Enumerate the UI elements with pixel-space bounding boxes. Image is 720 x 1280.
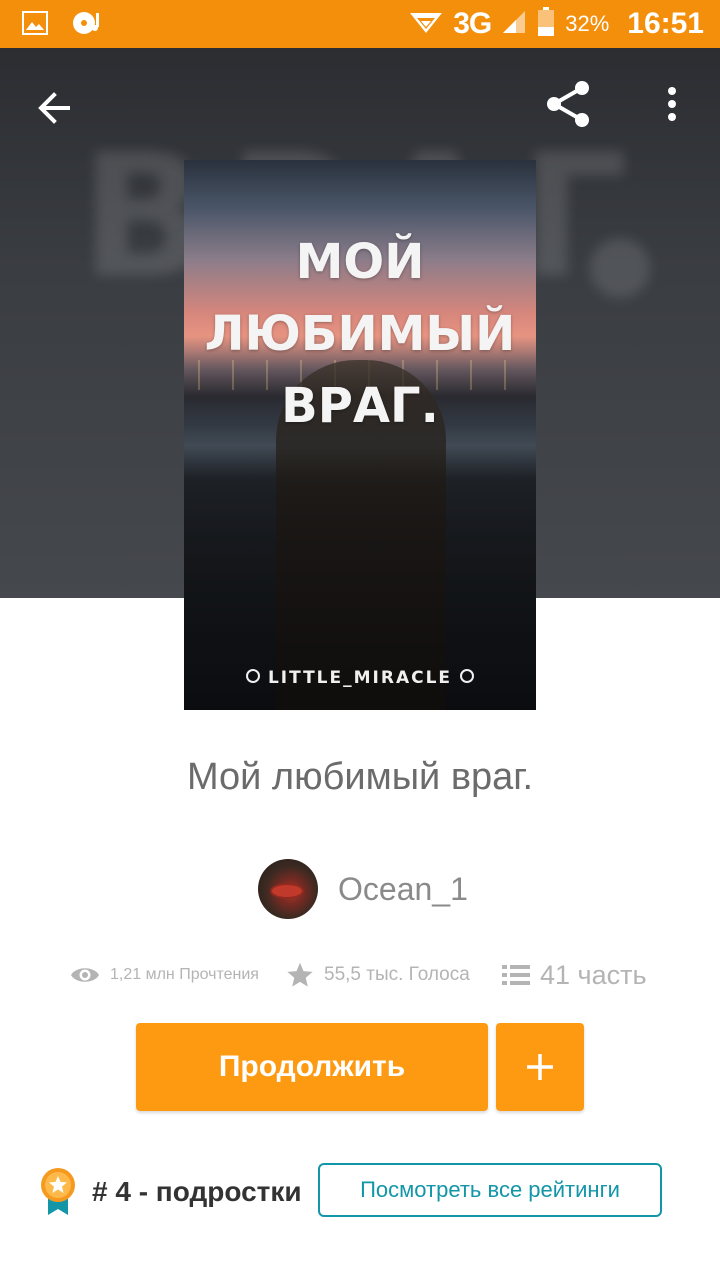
cover-author: LITTLE_MIRACLE	[184, 668, 536, 688]
back-button[interactable]	[32, 84, 80, 132]
author-name[interactable]: Ocean_1	[338, 871, 468, 908]
add-to-library-button[interactable]	[496, 1023, 584, 1111]
ranking-badge-icon	[41, 1168, 75, 1215]
author-link[interactable]: Ocean_1	[258, 858, 468, 920]
list-icon	[502, 965, 530, 985]
blurred-backdrop-dot	[590, 238, 650, 298]
gallery-notification-icon	[22, 11, 48, 40]
story-title: Мой любимый враг.	[186, 756, 534, 798]
cover-title-line: МОЙ	[295, 234, 425, 290]
cover-title-line: ЛЮБИМЫЙ	[204, 306, 516, 362]
reads-count: 1,21 млн Прочтения	[110, 966, 259, 983]
network-type: 3G	[453, 7, 492, 40]
cover-title-line: ВРАГ.	[281, 378, 439, 434]
ranking-text: # 4 - подростки	[92, 1176, 302, 1207]
arrow-left-icon	[38, 92, 70, 124]
votes-count: 55,5 тыс. Голоса	[324, 964, 470, 985]
ranking-row: # 4 - подростки	[38, 1162, 302, 1222]
battery-icon	[537, 6, 555, 42]
clock: 16:51	[627, 7, 704, 40]
share-icon	[547, 81, 589, 127]
status-bar: 3G 32% 16:51	[0, 0, 720, 48]
parts-count[interactable]: 41 часть	[540, 960, 647, 991]
view-all-rankings-button[interactable]: Посмотреть все рейтинги	[318, 1163, 662, 1217]
circle-icon	[245, 669, 260, 683]
plus-icon	[527, 1054, 553, 1080]
author-avatar[interactable]	[258, 859, 318, 919]
wifi-icon	[409, 9, 443, 40]
book-cover[interactable]: МОЙ ЛЮБИМЫЙ ВРАГ. LITTLE_MIRACLE	[184, 160, 536, 710]
continue-reading-button[interactable]: Продолжить	[136, 1023, 488, 1111]
story-stats: 1,21 млн Прочтения 55,5 тыс. Голоса 41 ч…	[0, 950, 720, 1000]
battery-percent: 32%	[565, 11, 610, 36]
reads-stat: 1,21 млн Прочтения	[70, 950, 259, 1000]
parts-stat[interactable]: 41 часть	[502, 950, 647, 1000]
circle-icon	[460, 669, 475, 683]
signal-icon	[501, 9, 527, 40]
more-options-button[interactable]	[656, 82, 688, 130]
cover-author-name: LITTLE_MIRACLE	[267, 668, 453, 688]
share-button[interactable]	[540, 78, 596, 134]
more-vertical-icon	[668, 87, 676, 121]
star-icon	[287, 962, 313, 987]
music-notification-icon	[70, 10, 104, 41]
eye-icon	[71, 968, 99, 982]
votes-stat: 55,5 тыс. Голоса	[286, 950, 470, 1000]
cover-title: МОЙ ЛЮБИМЫЙ ВРАГ.	[184, 226, 536, 442]
